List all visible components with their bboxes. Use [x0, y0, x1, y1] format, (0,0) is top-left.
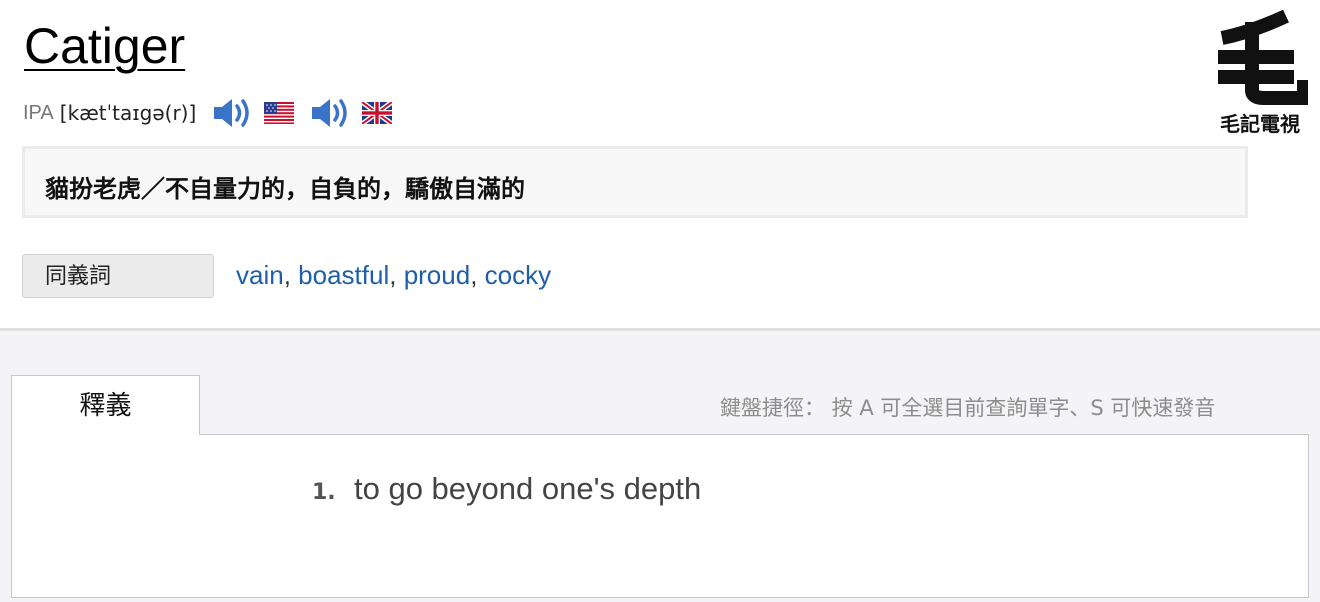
- logo-caption: 毛記電視: [1220, 112, 1300, 136]
- us-flag-icon[interactable]: [264, 102, 295, 124]
- tab-definitions[interactable]: 釋義: [11, 375, 200, 435]
- synonym-link[interactable]: cocky: [485, 260, 551, 290]
- meaning-text: to go beyond one's depth: [354, 471, 702, 506]
- synonym-separator: ,: [389, 260, 404, 290]
- meaning-item: 1. to go beyond one's depth: [312, 471, 701, 507]
- synonym-separator: ,: [470, 260, 485, 290]
- ipa-label: IPA: [23, 101, 54, 124]
- speaker-icon[interactable]: [310, 96, 354, 130]
- synonym-separator: ,: [283, 260, 299, 290]
- word-title[interactable]: Catiger: [24, 16, 185, 76]
- pronunciation-row: IPA [kætˈtaɪgə(r)]: [23, 96, 393, 130]
- ipa-transcription: [kætˈtaɪgə(r)]: [59, 101, 197, 125]
- synonyms-label: 同義詞: [22, 254, 214, 298]
- synonyms-list: vain, boastful, proud, cocky: [236, 258, 551, 292]
- uk-flag-icon[interactable]: [362, 102, 393, 124]
- meaning-number: 1.: [312, 480, 336, 505]
- chinese-definition-box: 貓扮老虎／不自量力的，自負的，驕傲自滿的: [22, 146, 1248, 218]
- word-header-panel: Catiger IPA [kætˈtaɪgə(r)] 毛記電視 貓扮老虎／不自量…: [0, 0, 1320, 330]
- chinese-definition: 貓扮老虎／不自量力的，自負的，驕傲自滿的: [45, 175, 525, 203]
- synonym-link[interactable]: vain: [236, 260, 284, 290]
- synonym-link[interactable]: boastful: [298, 260, 389, 290]
- synonym-link[interactable]: proud: [404, 260, 471, 290]
- keyboard-shortcut-hint: 鍵盤捷徑： 按 A 可全選目前查詢單字、S 可快速發音: [720, 396, 1216, 420]
- speaker-icon[interactable]: [212, 96, 256, 130]
- definitions-content: 1. to go beyond one's depth: [11, 434, 1309, 598]
